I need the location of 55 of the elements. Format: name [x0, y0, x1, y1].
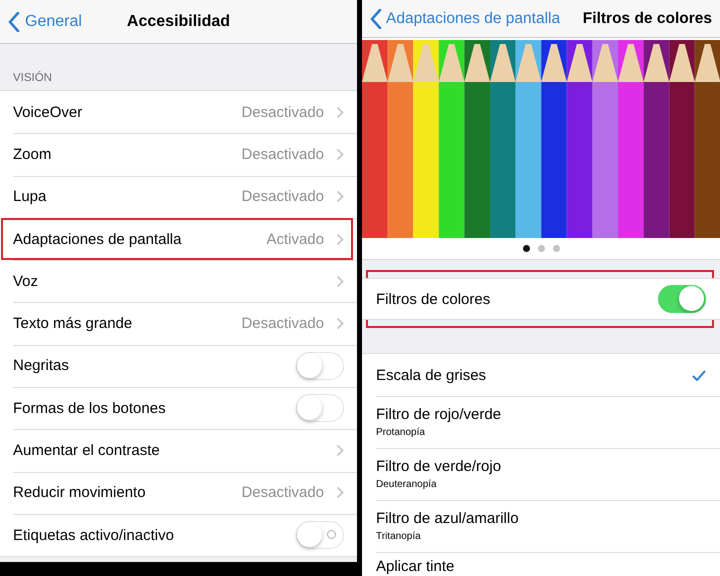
- row-label: Formas de los botones: [13, 400, 166, 417]
- row-value: Desactivado: [241, 315, 324, 332]
- row-value: Desactivado: [241, 146, 324, 163]
- page-dot[interactable]: [522, 245, 530, 252]
- screen-title: Accesibilidad: [126, 12, 230, 30]
- screen-title: Filtros de colores: [582, 10, 712, 28]
- row-label: Filtros de colores: [376, 290, 490, 308]
- row-label: VoiceOver: [13, 104, 82, 121]
- back-button[interactable]: General: [0, 12, 82, 32]
- row-label: Reducir movimiento: [13, 484, 146, 502]
- row-label: Negritas: [13, 357, 69, 374]
- option-label: Filtro de verde/rojo: [376, 458, 502, 475]
- page-dot[interactable]: [538, 245, 544, 252]
- chevron-icon: [336, 106, 344, 119]
- chevron-icon: [336, 274, 344, 288]
- toggle-switch[interactable]: [658, 285, 706, 313]
- settings-row[interactable]: Adaptaciones de pantalla Activado: [0, 218, 357, 260]
- option-sublabel: Tritanopía: [376, 531, 422, 542]
- row-label: Etiquetas activo/inactivo: [13, 526, 174, 544]
- row-label: Aumentar el contraste: [13, 442, 160, 460]
- option-label: Aplicar tinte: [376, 558, 454, 575]
- filter-option[interactable]: Aplicar tinte: [362, 552, 720, 576]
- option-sublabel: Protanopía: [376, 427, 426, 438]
- option-label: Escala de grises: [376, 366, 486, 384]
- page-dot[interactable]: [552, 245, 560, 252]
- chevron-icon: [336, 444, 344, 458]
- chevron-icon: [336, 148, 344, 161]
- chevron-icon: [336, 317, 344, 330]
- toggle-switch[interactable]: [296, 394, 344, 422]
- chevron-icon: [336, 190, 344, 204]
- toggle-switch[interactable]: [296, 521, 344, 550]
- row-value: Desactivado: [241, 484, 324, 502]
- section-header: VISIÓN: [13, 72, 52, 84]
- row-label: Zoom: [13, 146, 52, 163]
- option-label: Filtro de azul/amarillo: [376, 510, 519, 527]
- row-label: Voz: [13, 272, 38, 290]
- filter-option[interactable]: Filtro de verde/rojo Deuteranopía: [362, 448, 720, 500]
- chevron-icon: [336, 232, 344, 246]
- row-value: Desactivado: [241, 188, 324, 206]
- back-chevron-icon: [370, 8, 382, 28]
- option-label: Filtro de rojo/verde: [376, 406, 502, 423]
- back-chevron-icon: [8, 12, 20, 32]
- chevron-icon: [336, 486, 344, 500]
- row-label: Adaptaciones de pantalla: [13, 230, 182, 248]
- filter-option[interactable]: Escala de grises: [362, 354, 720, 396]
- option-sublabel: Deuteranopía: [376, 479, 438, 490]
- filter-option[interactable]: Filtro de azul/amarillo Tritanopía: [362, 500, 720, 552]
- row-label: Texto más grande: [13, 315, 132, 332]
- row-value: Desactivado: [241, 104, 324, 121]
- row-value: Activado: [266, 230, 324, 248]
- filter-option[interactable]: Filtro de rojo/verde Protanopía: [362, 396, 720, 448]
- back-button[interactable]: Adaptaciones de pantalla: [370, 8, 560, 28]
- settings-row[interactable]: Filtros de colores: [362, 278, 720, 320]
- row-label: Lupa: [13, 188, 46, 206]
- toggle-switch[interactable]: [296, 352, 344, 380]
